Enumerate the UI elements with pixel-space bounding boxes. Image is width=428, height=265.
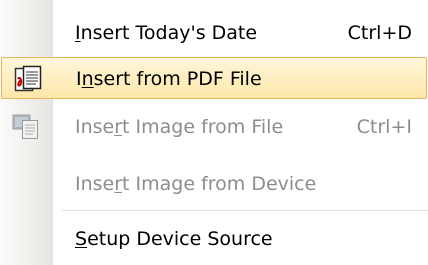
menu-item-insert-from-pdf-file[interactable]: Insert from PDF File	[1, 57, 427, 99]
context-menu: Insert Today's Date Ctrl+D Insert from P…	[0, 0, 428, 265]
menu-item-shortcut: Ctrl+D	[347, 22, 412, 44]
menu-separator-highlight	[62, 211, 428, 212]
menu-item-label: Insert Today's Date	[75, 22, 258, 44]
menu-item-insert-todays-date[interactable]: Insert Today's Date Ctrl+D	[0, 8, 428, 56]
menu-item-insert-image-from-device[interactable]: Insert Image from Device	[0, 160, 428, 208]
accelerator-key: r	[114, 173, 123, 195]
pdf-document-icon	[14, 65, 42, 92]
menu-item-label: Insert from PDF File	[76, 68, 262, 90]
menu-item-label: Insert Image from Device	[75, 173, 317, 195]
menu-item-shortcut: Ctrl+I	[356, 116, 412, 138]
accelerator-key: S	[75, 228, 88, 250]
menu-item-insert-image-from-file[interactable]: Insert Image from File Ctrl+I	[0, 101, 428, 151]
menu-item-setup-device-source[interactable]: Setup Device Source	[0, 214, 428, 262]
accelerator-key: n	[81, 68, 94, 90]
menu-item-label: Setup Device Source	[75, 228, 273, 250]
image-file-icon	[12, 114, 38, 139]
accelerator-key: r	[114, 116, 123, 138]
menu-item-label: Insert Image from File	[75, 116, 284, 138]
